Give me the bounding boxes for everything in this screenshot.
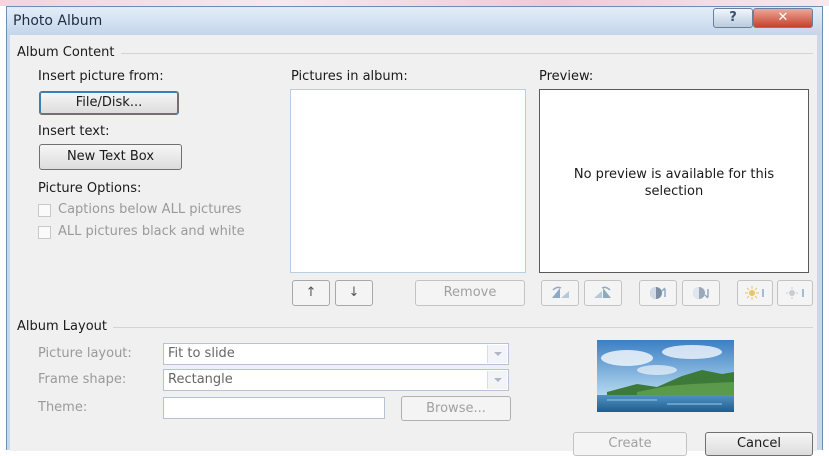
layout-preview-thumbnail: [597, 340, 734, 412]
picture-options-label: Picture Options:: [38, 181, 142, 196]
rotate-left-button[interactable]: [541, 280, 579, 306]
insert-picture-label: Insert picture from:: [38, 69, 164, 84]
captions-checkbox[interactable]: [38, 204, 51, 217]
file-disk-button[interactable]: File/Disk...: [39, 91, 179, 115]
brightness-up-icon: [745, 286, 764, 300]
less-contrast-button[interactable]: [682, 280, 720, 306]
dialog-title: Photo Album: [13, 13, 103, 29]
more-brightness-button[interactable]: [737, 280, 773, 306]
pictures-in-album-label: Pictures in album:: [291, 69, 408, 84]
close-button[interactable]: ✕: [753, 8, 813, 28]
rotate-right-button[interactable]: [584, 280, 622, 306]
black-white-checkbox[interactable]: [38, 226, 51, 239]
album-layout-group: Album Layout: [17, 319, 813, 334]
picture-layout-select[interactable]: Fit to slide: [163, 343, 509, 365]
frame-shape-dropdown-button[interactable]: [487, 371, 507, 389]
chevron-down-icon: [493, 352, 502, 356]
more-contrast-button[interactable]: [639, 280, 677, 306]
album-layout-legend: Album Layout: [17, 319, 113, 334]
remove-button[interactable]: Remove: [415, 280, 525, 306]
create-button[interactable]: Create: [573, 432, 687, 456]
insert-text-label: Insert text:: [38, 124, 110, 139]
picture-layout-value: Fit to slide: [168, 346, 235, 361]
rotate-left-icon: [552, 286, 569, 298]
picture-layout-label: Picture layout:: [38, 346, 132, 361]
captions-checkbox-label: Captions below ALL pictures: [58, 202, 242, 217]
help-button[interactable]: ?: [713, 8, 753, 28]
dialog-body: Album Content Insert picture from: File/…: [10, 35, 817, 456]
preview-pane: No preview is available for this selecti…: [539, 89, 809, 273]
album-content-group: Album Content: [17, 45, 813, 60]
black-white-checkbox-label: ALL pictures black and white: [58, 224, 245, 239]
preview-label: Preview:: [539, 69, 594, 84]
pictures-listbox[interactable]: [290, 89, 526, 273]
contrast-up-icon: [650, 287, 666, 299]
no-preview-message: No preview is available for this selecti…: [573, 167, 775, 199]
landscape-thumbnail-image: [597, 340, 734, 412]
less-brightness-button[interactable]: [777, 280, 813, 306]
new-text-box-button[interactable]: New Text Box: [39, 144, 182, 170]
move-up-button[interactable]: ↑: [292, 280, 330, 306]
frame-shape-select[interactable]: Rectangle: [163, 369, 509, 391]
rotate-right-icon: [594, 286, 611, 298]
frame-shape-value: Rectangle: [168, 372, 233, 387]
brightness-down-icon: [786, 287, 804, 299]
move-down-button[interactable]: ↓: [335, 280, 373, 306]
contrast-down-icon: [693, 287, 709, 299]
frame-shape-label: Frame shape:: [38, 372, 127, 387]
picture-layout-dropdown-button[interactable]: [487, 345, 507, 363]
title-bar[interactable]: Photo Album ? ✕: [7, 7, 822, 35]
theme-field[interactable]: [163, 397, 385, 419]
chevron-down-icon: [493, 378, 502, 382]
browse-button[interactable]: Browse...: [401, 396, 511, 421]
theme-label: Theme:: [38, 400, 88, 415]
album-content-legend: Album Content: [17, 45, 121, 60]
cancel-button[interactable]: Cancel: [705, 432, 813, 456]
photo-album-dialog: Photo Album ? ✕ Album Content Insert pic…: [6, 6, 823, 456]
